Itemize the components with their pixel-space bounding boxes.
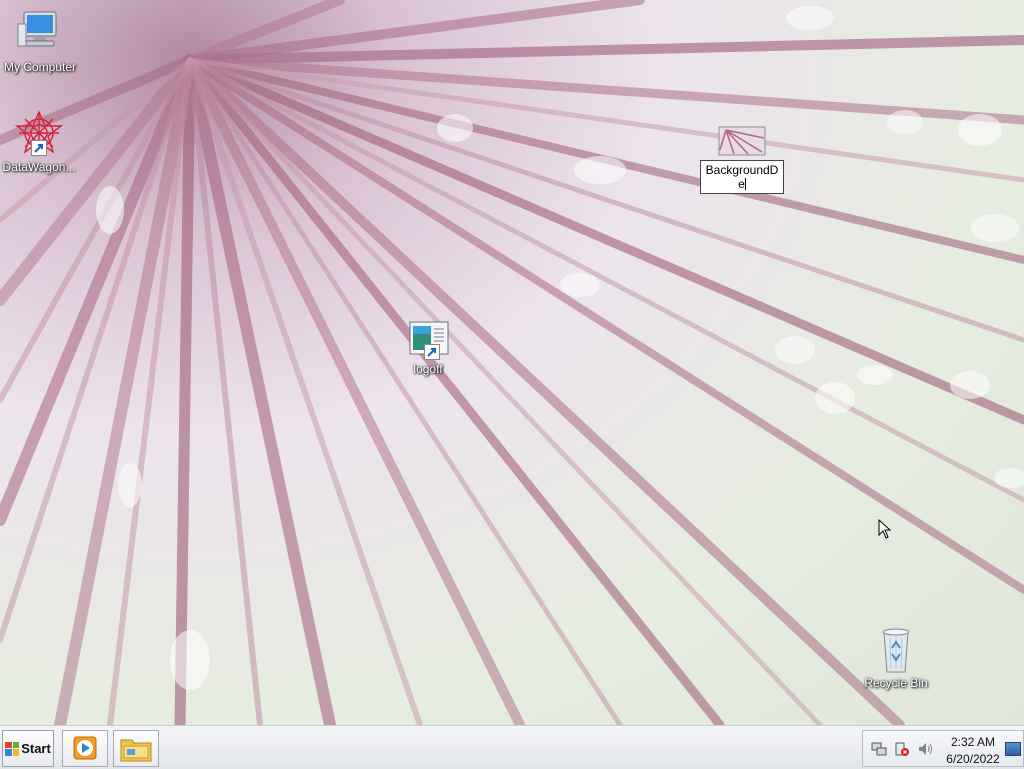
logoff-icon	[404, 320, 452, 360]
start-button[interactable]: Start	[2, 730, 54, 767]
text-caret	[744, 178, 746, 190]
volume-icon[interactable]	[917, 741, 933, 757]
pinned-media-player-button[interactable]	[62, 730, 108, 767]
desktop-icon-logoff[interactable]: logoff	[388, 320, 468, 376]
desktop-icon-label: logoff	[413, 362, 443, 376]
clock-date: 6/20/2022	[946, 752, 1000, 766]
show-desktop-button[interactable]	[1005, 742, 1021, 756]
wallpaper	[0, 0, 1024, 725]
image-file-icon	[718, 126, 766, 158]
network-icon[interactable]	[871, 741, 887, 757]
desktop-icon-datawagon[interactable]: DataWagon...	[0, 110, 79, 174]
desktop-icon-my-computer[interactable]: My Computer	[0, 10, 80, 74]
shortcut-arrow-icon	[31, 140, 47, 156]
windows-flag-icon	[5, 741, 20, 756]
system-tray: 2:32 AM 6/20/2022	[862, 730, 1024, 767]
clock[interactable]: 2:32 AM 6/20/2022	[943, 735, 1003, 766]
datawagon-logo-icon	[14, 110, 64, 158]
recycle-bin-icon	[872, 626, 920, 674]
mouse-cursor-icon	[878, 518, 892, 544]
computer-icon	[16, 10, 64, 58]
desktop-icon-label: DataWagon...	[2, 160, 76, 174]
desktop[interactable]: My Computer DataWagon... BackgroundD e l…	[0, 0, 1024, 725]
action-center-icon[interactable]	[894, 741, 910, 757]
explorer-folder-icon	[120, 736, 152, 767]
start-label: Start	[21, 741, 51, 756]
rename-textbox[interactable]: BackgroundD e	[700, 160, 784, 194]
shortcut-arrow-icon	[424, 344, 440, 360]
media-player-icon	[73, 736, 97, 765]
desktop-icon-label: Recycle Bin	[864, 676, 928, 690]
pinned-explorer-button[interactable]	[113, 730, 159, 767]
desktop-icon-background[interactable]: BackgroundD e	[700, 126, 784, 194]
taskbar: Start 2:32 AM 6/20/2022	[0, 725, 1024, 769]
rename-text: BackgroundD e	[705, 163, 779, 191]
clock-time: 2:32 AM	[950, 735, 996, 749]
desktop-icon-label: My Computer	[3, 60, 77, 74]
desktop-icon-recycle-bin[interactable]: Recycle Bin	[856, 626, 936, 690]
